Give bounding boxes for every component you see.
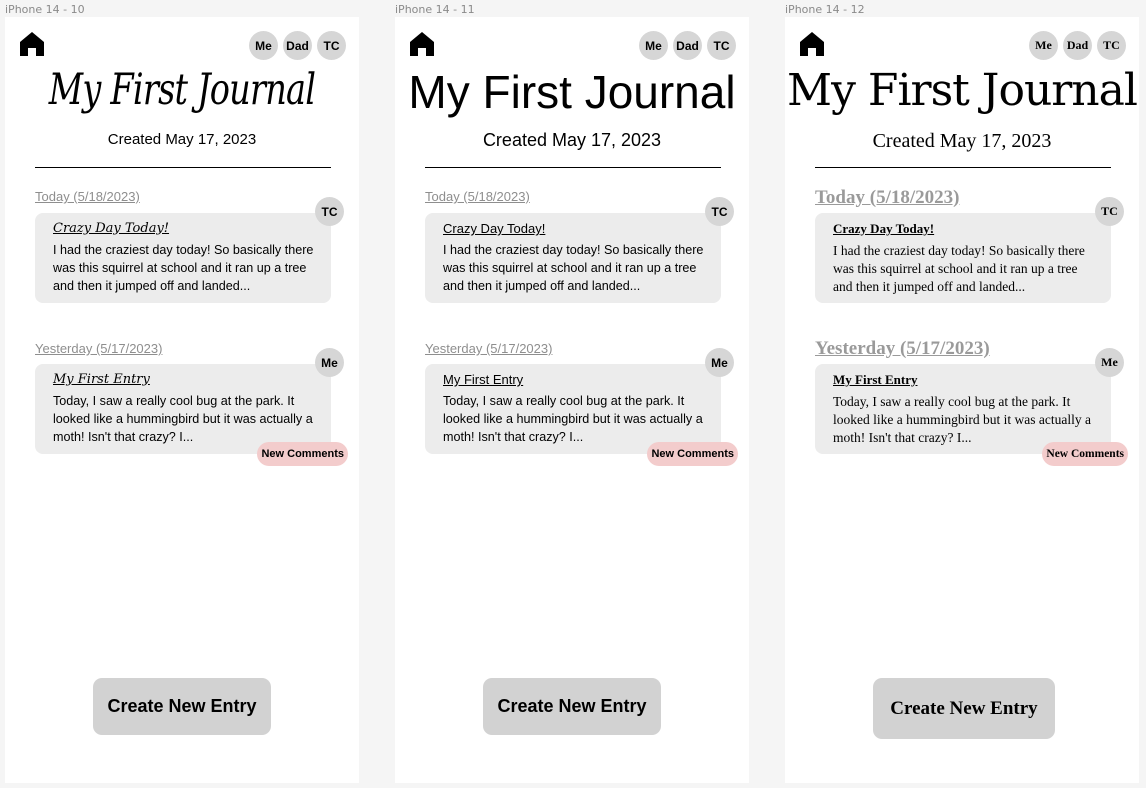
home-icon[interactable] [19,31,45,57]
author-avatar: Me [705,348,734,377]
divider [35,167,331,168]
avatar-me[interactable]: Me [249,31,278,60]
divider [425,167,721,168]
avatar-group: Me Dad TC [249,31,346,60]
create-new-entry-button[interactable]: Create New Entry [93,678,271,735]
entry-preview: Today, I saw a really cool bug at the pa… [443,394,703,444]
avatar-dad[interactable]: Dad [673,31,702,60]
entry-preview: Today, I saw a really cool bug at the pa… [833,394,1091,445]
author-avatar: TC [1095,197,1124,226]
author-avatar: TC [315,197,344,226]
author-avatar: TC [705,197,734,226]
phone-screen: Me Dad TC My First Journal Created May 1… [785,17,1139,783]
create-new-entry-button[interactable]: Create New Entry [483,678,661,735]
created-date: Created May 17, 2023 [872,130,1052,152]
entry-date-label: Yesterday (5/17/2023) [425,341,553,356]
avatar-group: Me Dad TC [1029,31,1126,60]
created-date: Created May 17, 2023 [482,130,662,150]
avatar-tc[interactable]: TC [1097,31,1126,60]
frame-label: iPhone 14 - 11 [395,3,475,16]
frame-label: iPhone 14 - 12 [785,3,865,16]
home-icon[interactable] [799,31,825,57]
page-title: My First Journal [787,65,1138,116]
journal-entry-card[interactable]: Crazy Day Today! I had the craziest day … [815,197,1124,303]
avatar-dad[interactable]: Dad [1063,31,1092,60]
entry-date-label: Today (5/18/2023) [35,189,140,204]
journal-entry-card[interactable]: Crazy Day Today! I had the craziest day … [35,197,344,303]
journal-entry-card[interactable]: Crazy Day Today! I had the craziest day … [425,197,734,303]
entry-preview: I had the craziest day today! So basical… [833,243,1085,294]
entry-title[interactable]: My First Entry [833,372,1097,388]
entry-preview: Today, I saw a really cool bug at the pa… [53,394,313,444]
entry-date-label: Today (5/18/2023) [815,187,960,208]
divider [815,167,1111,168]
entry-date-label: Yesterday (5/17/2023) [815,338,990,359]
entry-title[interactable]: Crazy Day Today! [443,221,707,236]
entry-title[interactable]: Crazy Day Today! [833,221,1097,237]
entry-preview: I had the craziest day today! So basical… [53,243,314,293]
new-comments-badge[interactable]: New Comments [647,442,738,466]
phone-screen: Me Dad TC My First Journal Created May 1… [395,17,749,783]
avatar-group: Me Dad TC [639,31,736,60]
page-title: My First Journal [48,65,316,115]
journal-entry-card[interactable]: My First Entry Today, I saw a really coo… [425,348,738,466]
avatar-tc[interactable]: TC [707,31,736,60]
phone-screen: Me Dad TC My First Journal Created May 1… [5,17,359,783]
home-icon[interactable] [409,31,435,57]
new-comments-badge[interactable]: New Comments [257,442,348,466]
journal-entry-card[interactable]: My First Entry Today, I saw a really coo… [815,348,1128,466]
entry-title[interactable]: Crazy Day Today! [53,221,317,236]
new-comments-badge[interactable]: New Comments [1042,442,1128,466]
entry-title[interactable]: My First Entry [53,372,317,387]
entry-preview: I had the craziest day today! So basical… [443,243,704,293]
entry-date-label: Yesterday (5/17/2023) [35,341,163,356]
avatar-me[interactable]: Me [1029,31,1058,60]
author-avatar: Me [1095,348,1124,377]
entry-date-label: Today (5/18/2023) [425,189,530,204]
create-new-entry-button[interactable]: Create New Entry [873,678,1055,739]
author-avatar: Me [315,348,344,377]
page-title: My First Journal [408,66,736,118]
created-date: Created May 17, 2023 [107,131,257,148]
frame-label: iPhone 14 - 10 [5,3,85,16]
entry-title[interactable]: My First Entry [443,372,707,387]
journal-entry-card[interactable]: My First Entry Today, I saw a really coo… [35,348,348,466]
avatar-me[interactable]: Me [639,31,668,60]
avatar-dad[interactable]: Dad [283,31,312,60]
avatar-tc[interactable]: TC [317,31,346,60]
